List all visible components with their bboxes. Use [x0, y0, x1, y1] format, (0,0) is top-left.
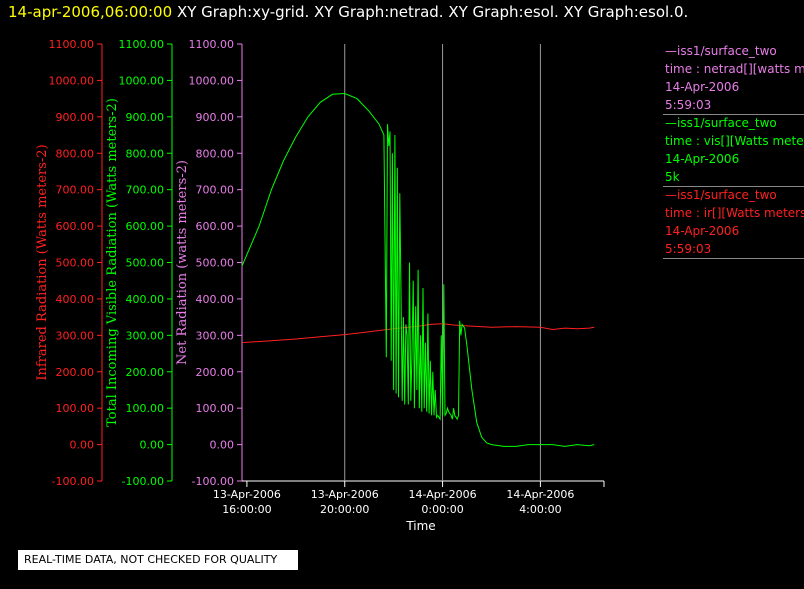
y-tick-label: 300.00 — [56, 329, 95, 342]
y-tick-label: 900.00 — [196, 111, 235, 124]
y-tick-label: 700.00 — [126, 184, 165, 197]
y-tick-label: 0.00 — [210, 439, 235, 452]
legend-date: 14-Apr-2006 — [665, 224, 740, 238]
x-tick-label: 16:00:00 — [222, 503, 271, 516]
legend-date: 14-Apr-2006 — [665, 80, 740, 94]
legend-field: time : netrad[][watts met — [665, 62, 804, 76]
y-tick-label: 100.00 — [196, 402, 235, 415]
y-tick-label: 100.00 — [126, 402, 165, 415]
y-tick-label: 1000.00 — [189, 74, 235, 87]
quality-note: REAL-TIME DATA, NOT CHECKED FOR QUALITY — [18, 550, 298, 570]
y-tick-label: 800.00 — [126, 147, 165, 160]
legend-field: time : ir[][Watts meters — [665, 206, 804, 220]
x-tick-label: 13-Apr-2006 — [213, 488, 281, 501]
legend-series: —iss1/surface_two — [665, 44, 777, 58]
y-axis-title: Infrared Radiation (Watts meters-2) — [35, 144, 50, 380]
y-tick-label: 200.00 — [196, 366, 235, 379]
y-tick-label: 500.00 — [126, 257, 165, 270]
legend-entry: —iss1/surface_twotime : netrad[][watts m… — [663, 42, 804, 115]
y-tick-label: 1000.00 — [119, 74, 165, 87]
y-tick-label: 900.00 — [126, 111, 165, 124]
x-tick-label: 20:00:00 — [320, 503, 369, 516]
y-tick-label: 400.00 — [126, 293, 165, 306]
legend-field: time : vis[][Watts meter — [665, 134, 804, 148]
y-axis-title: Net Radiation (watts meters-2) — [175, 160, 190, 365]
y-tick-label: 800.00 — [196, 147, 235, 160]
legend-entry: —iss1/surface_twotime : ir[][Watts meter… — [663, 186, 804, 259]
y-tick-label: -100.00 — [192, 475, 234, 488]
y-tick-label: 0.00 — [70, 439, 95, 452]
y-tick-label: 0.00 — [140, 439, 165, 452]
y-tick-label: 900.00 — [56, 111, 95, 124]
y-tick-label: 1100.00 — [189, 38, 235, 51]
legend-value: 5:59:03 — [665, 98, 712, 112]
legend-date: 14-Apr-2006 — [665, 152, 740, 166]
legend-series: —iss1/surface_two — [665, 116, 777, 130]
y-tick-label: 100.00 — [56, 402, 95, 415]
y-tick-label: 600.00 — [196, 220, 235, 233]
legend-value: 5:59:03 — [665, 242, 712, 256]
y-tick-label: 500.00 — [196, 257, 235, 270]
x-tick-label: 4:00:00 — [519, 503, 561, 516]
y-tick-label: 500.00 — [56, 257, 95, 270]
y-tick-label: 200.00 — [56, 366, 95, 379]
y-tick-label: 300.00 — [196, 329, 235, 342]
legend-entry: —iss1/surface_twotime : vis[][Watts mete… — [663, 114, 804, 187]
x-axis-title: Time — [405, 519, 435, 533]
y-tick-label: 800.00 — [56, 147, 95, 160]
x-tick-label: 0:00:00 — [421, 503, 463, 516]
x-tick-label: 14-Apr-2006 — [506, 488, 574, 501]
x-tick-label: 13-Apr-2006 — [311, 488, 379, 501]
y-tick-label: 400.00 — [56, 293, 95, 306]
y-tick-label: 200.00 — [126, 366, 165, 379]
y-tick-label: -100.00 — [122, 475, 164, 488]
x-tick-label: 14-Apr-2006 — [409, 488, 477, 501]
y-tick-label: 1000.00 — [49, 74, 95, 87]
legend-series: —iss1/surface_two — [665, 188, 777, 202]
y-tick-label: 400.00 — [196, 293, 235, 306]
y-tick-label: 300.00 — [126, 329, 165, 342]
y-tick-label: 1100.00 — [119, 38, 165, 51]
y-tick-label: 700.00 — [56, 184, 95, 197]
y-tick-label: -100.00 — [52, 475, 94, 488]
y-tick-label: 600.00 — [126, 220, 165, 233]
y-tick-label: 700.00 — [196, 184, 235, 197]
y-tick-label: 1100.00 — [49, 38, 95, 51]
y-tick-label: 600.00 — [56, 220, 95, 233]
series-line-vis — [241, 92, 595, 447]
y-axis-title: Total Incoming Visible Radiation (Watts … — [105, 98, 120, 427]
legend-value: 5k — [665, 170, 680, 184]
